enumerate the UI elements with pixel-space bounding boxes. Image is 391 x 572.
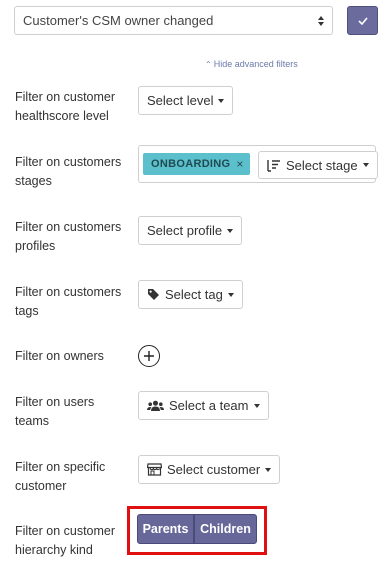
profiles-filter-label: Filter on customers profiles [15, 220, 122, 253]
onboarding-tag-label: ONBOARDING [151, 158, 231, 170]
select-arrows-icon [310, 7, 332, 34]
caret-down-icon [253, 403, 260, 408]
select-profile-button[interactable]: Select profile [138, 216, 243, 245]
caret-up-icon: ⌃ [205, 60, 212, 69]
caret-down-icon [227, 292, 234, 297]
caret-down-icon [265, 467, 272, 472]
select-level-button[interactable]: Select level [138, 86, 234, 115]
hierarchy-children-button[interactable]: Children [194, 514, 257, 544]
select-team-button[interactable]: Select a team [138, 391, 269, 420]
caret-down-icon [227, 228, 234, 233]
onboarding-tag: ONBOARDING × [143, 153, 250, 175]
add-owner-button[interactable] [138, 345, 160, 367]
tags-filter-label: Filter on customers tags [15, 285, 122, 318]
hide-advanced-filters-link[interactable]: ⌃ Hide advanced filters [205, 59, 298, 69]
hide-advanced-label: Hide advanced filters [213, 59, 298, 69]
select-stage-button[interactable]: Select stage [258, 151, 378, 179]
event-type-select[interactable]: Customer's CSM owner changed [14, 6, 333, 35]
confirm-button[interactable] [347, 6, 378, 35]
select-team-label: Select a team [169, 398, 249, 413]
select-profile-label: Select profile [147, 223, 223, 238]
customer-filter-label: Filter on specific customer [15, 460, 106, 493]
owners-filter-label: Filter on owners [15, 349, 104, 363]
users-icon [147, 400, 164, 412]
remove-tag-icon[interactable]: × [236, 157, 243, 171]
teams-filter-label: Filter on users teams [15, 395, 95, 428]
add-circle-icon [144, 351, 154, 361]
select-customer-button[interactable]: Select customer [138, 455, 281, 484]
select-stage-label: Select stage [286, 157, 358, 173]
select-tag-label: Select tag [165, 287, 223, 302]
store-icon [147, 463, 162, 476]
healthscore-filter-label: Filter on customer healthscore level [15, 90, 116, 123]
select-level-label: Select level [147, 93, 214, 108]
caret-down-icon [218, 98, 225, 103]
tag-icon [147, 288, 160, 301]
stages-filter-label: Filter on customers stages [15, 155, 122, 188]
select-tag-button[interactable]: Select tag [138, 280, 243, 309]
hierarchy-parents-button[interactable]: Parents [137, 514, 194, 544]
select-customer-label: Select customer [167, 462, 261, 477]
hierarchy-filter-label: Filter on customer hierarchy kind [15, 524, 116, 557]
caret-down-icon [362, 163, 369, 167]
check-icon [357, 16, 368, 25]
sort-icon [267, 159, 281, 172]
event-type-value: Customer's CSM owner changed [23, 13, 214, 28]
